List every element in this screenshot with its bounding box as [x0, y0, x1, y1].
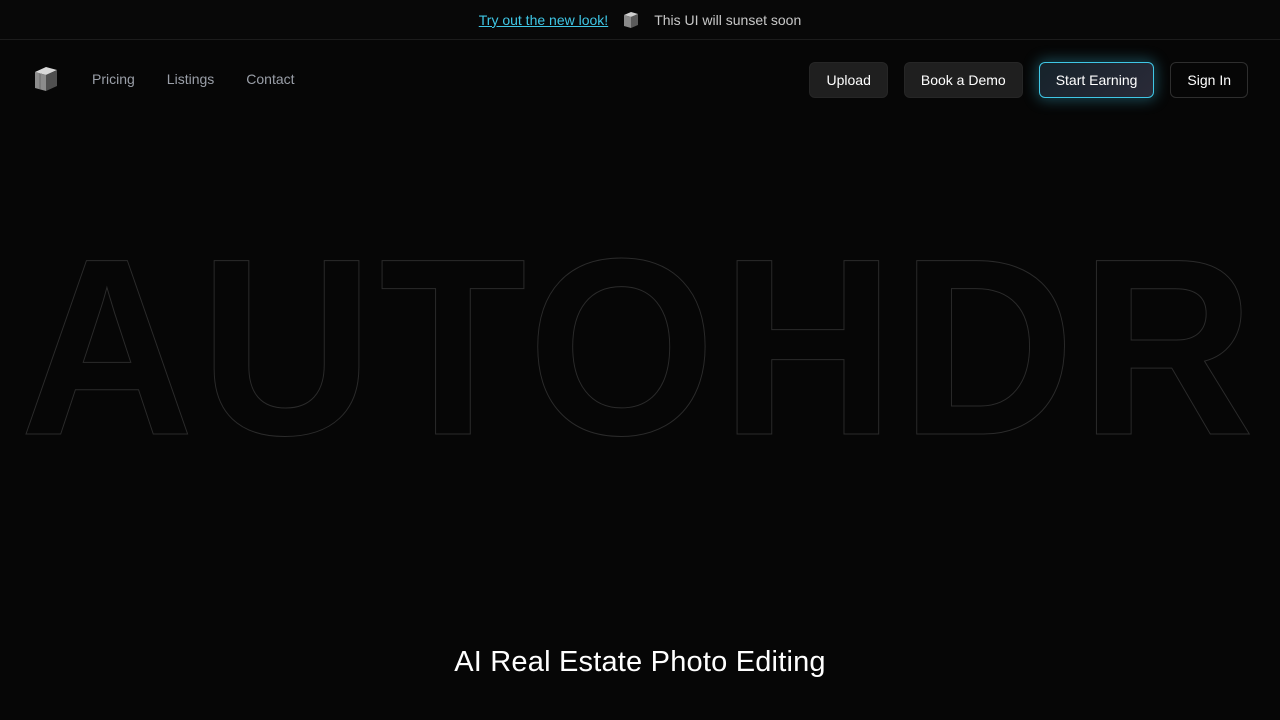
hero-outline-wordmark: AUTOHDR — [20, 230, 1260, 460]
announcement-bar: Try out the new look! This UI will sunse… — [0, 0, 1280, 40]
start-earning-button[interactable]: Start Earning — [1038, 62, 1155, 98]
book-demo-button[interactable]: Book a Demo — [903, 62, 1023, 98]
sunset-notice: This UI will sunset soon — [654, 11, 802, 28]
sign-in-button[interactable]: Sign In — [1170, 62, 1248, 98]
page: Try out the new look! This UI will sunse… — [0, 0, 1280, 720]
nav-links: Pricing Listings Contact — [92, 71, 295, 87]
hero-outline-text: AUTOHDR — [20, 230, 1260, 460]
cube-logo-icon[interactable] — [32, 65, 60, 93]
nav-actions: Upload Book a Demo Start Earning Sign In — [809, 62, 1248, 98]
nav-link-listings[interactable]: Listings — [167, 71, 214, 87]
nav-link-contact[interactable]: Contact — [246, 71, 294, 87]
top-nav: Pricing Listings Contact Upload Book a D… — [0, 40, 1280, 120]
upload-button[interactable]: Upload — [809, 62, 888, 98]
nav-link-pricing[interactable]: Pricing — [92, 71, 135, 87]
hero-tagline: AI Real Estate Photo Editing — [454, 646, 826, 678]
try-new-look-link[interactable]: Try out the new look! — [479, 12, 608, 28]
cube-logo-icon — [622, 11, 640, 29]
